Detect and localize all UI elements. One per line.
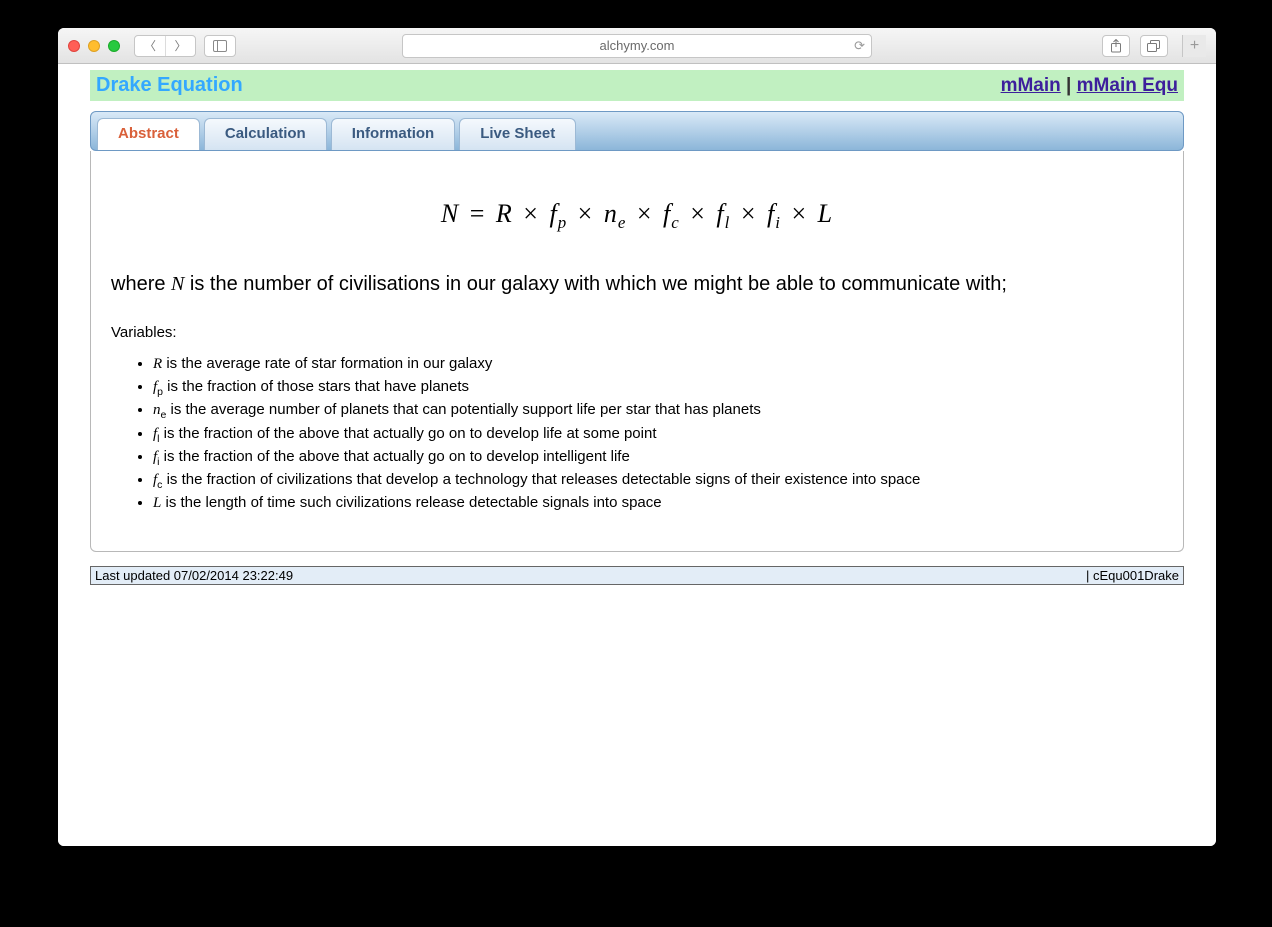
var-item: fc is the fraction of civilizations that… [153, 471, 1163, 492]
tab-information[interactable]: Information [331, 118, 456, 150]
eq-R: R [496, 199, 513, 228]
tab-calculation[interactable]: Calculation [204, 118, 327, 150]
var-item: ne is the average number of planets that… [153, 401, 1163, 422]
var-item: L is the length of time such civilizatio… [153, 494, 1163, 515]
var-item: fi is the fraction of the above that act… [153, 448, 1163, 469]
link-mmain-equ[interactable]: mMain Equ [1077, 75, 1178, 96]
link-separator: | [1066, 75, 1077, 96]
reload-icon[interactable]: ⟳ [854, 38, 865, 54]
footer: Last updated 07/02/2014 23:22:49 | cEqu0… [90, 566, 1184, 585]
eq-fp-sub: p [558, 213, 567, 232]
eq-N: N [441, 199, 459, 228]
variables-label: Variables: [111, 324, 1163, 341]
where-line: where N is the number of civilisations i… [111, 273, 1163, 296]
var-desc: is the average number of planets that ca… [166, 401, 761, 418]
eq-fi: f [767, 199, 775, 228]
var-desc: is the fraction of the above that actual… [160, 425, 657, 442]
eq-fc: f [663, 199, 671, 228]
share-icon [1110, 39, 1122, 53]
page-header: Drake Equation mMain | mMain Equ [90, 70, 1184, 101]
address-bar[interactable]: alchymy.com ⟳ [402, 34, 872, 58]
browser-window: 〈 〉 alchymy.com ⟳ [58, 28, 1216, 846]
eq-times: × [567, 199, 604, 228]
close-window-button[interactable] [68, 40, 80, 52]
nav-back-forward: 〈 〉 [134, 35, 196, 57]
toolbar-right: + [1102, 35, 1206, 57]
eq-fc-sub: c [671, 213, 680, 232]
eq-times: × [513, 199, 550, 228]
new-tab-button[interactable]: + [1182, 35, 1206, 57]
eq-fl: f [716, 199, 724, 228]
viewport[interactable]: Drake Equation mMain | mMain Equ Abstrac… [58, 64, 1216, 846]
eq-times: × [781, 199, 818, 228]
url-text: alchymy.com [600, 38, 675, 53]
sidebar-toggle-button[interactable] [204, 35, 236, 57]
forward-button[interactable]: 〉 [165, 36, 195, 56]
page-title: Drake Equation [96, 74, 243, 97]
where-post: is the number of civilisations in our ga… [184, 273, 1007, 295]
eq-times: × [626, 199, 663, 228]
panel-icon [213, 40, 227, 52]
var-desc: is the fraction of the above that actual… [160, 448, 630, 465]
eq-times: × [680, 199, 717, 228]
back-button[interactable]: 〈 [135, 36, 165, 56]
where-sym: N [171, 273, 184, 295]
where-pre: where [111, 273, 171, 295]
tab-live-sheet[interactable]: Live Sheet [459, 118, 576, 150]
var-desc: is the length of time such civilizations… [161, 494, 661, 511]
titlebar: 〈 〉 alchymy.com ⟳ [58, 28, 1216, 64]
var-item: fp is the fraction of those stars that h… [153, 378, 1163, 399]
var-desc: is the fraction of civilizations that de… [162, 471, 920, 488]
var-desc: is the average rate of star formation in… [162, 355, 492, 372]
zoom-window-button[interactable] [108, 40, 120, 52]
window-controls [68, 40, 120, 52]
eq-equals: = [459, 199, 496, 228]
eq-ne: n [604, 199, 618, 228]
eq-L: L [818, 199, 833, 228]
var-sym: R [153, 356, 162, 372]
minimize-window-button[interactable] [88, 40, 100, 52]
tab-bar: Abstract Calculation Information Live Sh… [90, 111, 1184, 151]
tabs-icon [1147, 40, 1161, 52]
link-mmain[interactable]: mMain [1001, 75, 1061, 96]
var-item: R is the average rate of star formation … [153, 355, 1163, 376]
footer-left: Last updated 07/02/2014 23:22:49 [95, 568, 293, 583]
footer-right: | cEqu001Drake [1086, 568, 1179, 583]
header-links: mMain | mMain Equ [1001, 75, 1178, 97]
tabs-overview-button[interactable] [1140, 35, 1168, 57]
share-button[interactable] [1102, 35, 1130, 57]
var-item: fl is the fraction of the above that act… [153, 425, 1163, 446]
var-desc: is the fraction of those stars that have… [163, 378, 469, 395]
content: N = R × fp × ne × fc × fl × fi × L where… [90, 151, 1184, 552]
eq-fp: f [549, 199, 557, 228]
variable-list: R is the average rate of star formation … [153, 355, 1163, 515]
var-sym: n [153, 402, 161, 418]
equation: N = R × fp × ne × fc × fl × fi × L [111, 199, 1163, 233]
page: Drake Equation mMain | mMain Equ Abstrac… [58, 64, 1216, 595]
tab-abstract[interactable]: Abstract [97, 118, 200, 150]
eq-times: × [730, 199, 767, 228]
